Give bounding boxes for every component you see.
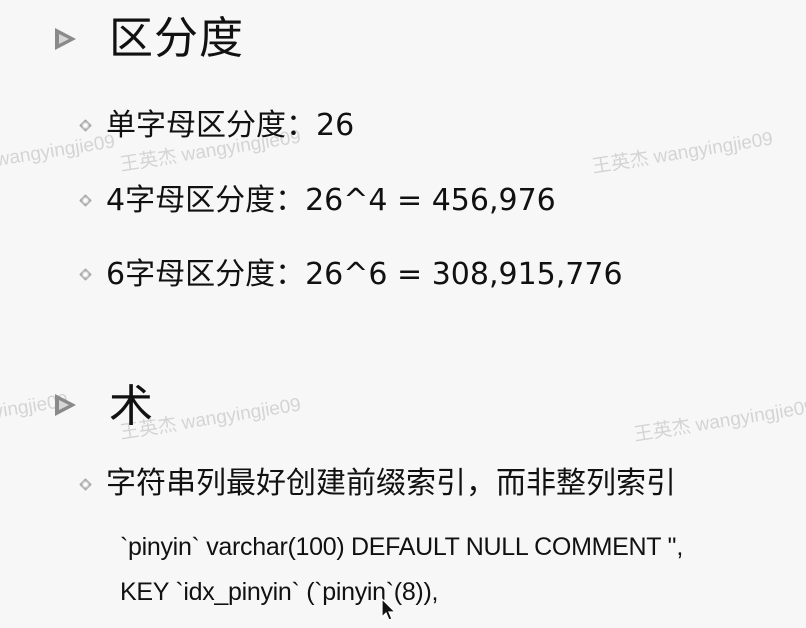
section-arrow-icon — [55, 28, 76, 50]
mouse-cursor-icon — [381, 598, 397, 621]
bullet-item: 字符串列最好创建前缀索引，而非整列索引 — [106, 466, 676, 501]
code-line: `pinyin` varchar(100) DEFAULT NULL COMME… — [120, 533, 684, 561]
bullet-icon — [79, 119, 92, 132]
bullet-icon — [79, 194, 92, 207]
section-heading: 术 — [109, 381, 154, 432]
bullet-item: 4字母区分度：26^4 = 456,976 — [106, 183, 556, 218]
watermark: 王英杰 wangyingjie09 — [590, 128, 775, 178]
section-arrow-icon — [55, 394, 76, 416]
section-heading: 区分度 — [109, 13, 244, 64]
watermark: 王英杰 wangyingjie09 — [632, 396, 806, 446]
bullet-icon — [79, 268, 92, 281]
bullet-icon — [79, 478, 92, 491]
bullet-item: 单字母区分度：26 — [106, 108, 355, 143]
bullet-item: 6字母区分度：26^6 = 308,915,776 — [106, 257, 623, 292]
watermark: wangyingjie09 — [0, 131, 117, 171]
